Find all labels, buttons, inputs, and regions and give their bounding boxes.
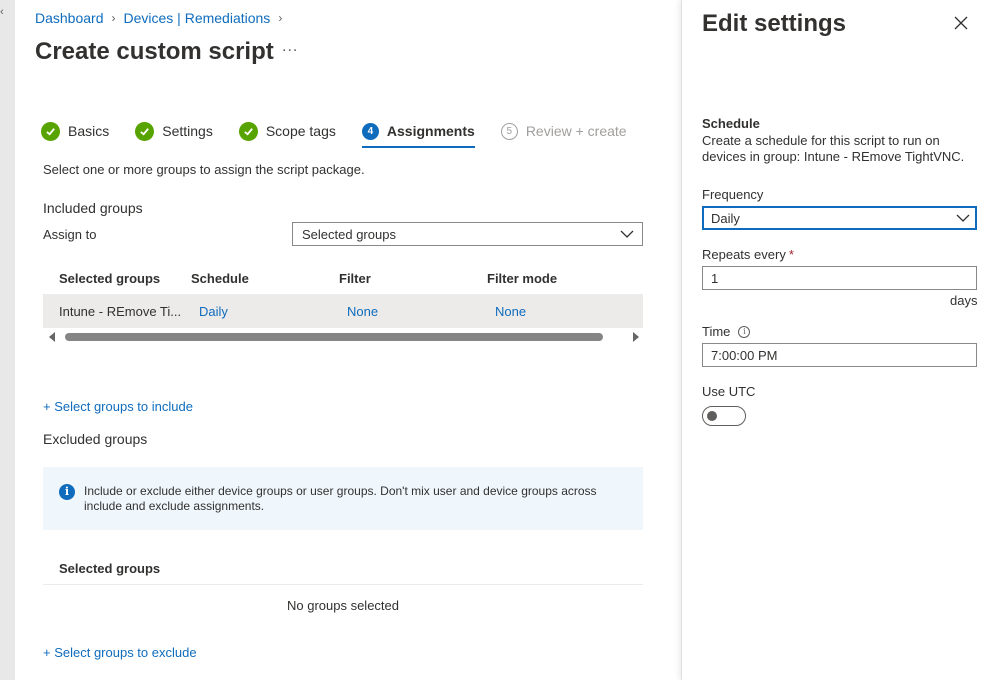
repeats-unit: days [950,293,978,308]
frequency-value: Daily [711,210,740,226]
chevron-right-icon: › [278,11,283,25]
step-label: Settings [162,123,213,139]
repeats-every-label: Repeats every * [702,247,794,262]
info-message: i Include or exclude either device group… [43,467,643,530]
included-groups-table: Selected groups Schedule Filter Filter m… [43,262,643,328]
checkmark-icon [238,121,258,141]
step-scope-tags[interactable]: Scope tags [238,118,336,144]
time-label: Time i [702,324,751,339]
step-review-create[interactable]: 5 Review + create [500,118,627,144]
use-utc-label: Use UTC [702,384,756,399]
assignments-description: Select one or more groups to assign the … [43,162,365,177]
table-row[interactable]: Intune - REmove Ti... Daily None None [43,295,643,328]
step-label: Basics [68,123,110,139]
filter-link[interactable]: None [339,304,487,319]
schedule-description: Create a schedule for this script to run… [702,133,965,164]
left-rail: ‹ [0,0,15,680]
excluded-table-header: Selected groups [43,552,643,585]
schedule-title: Schedule [702,116,760,131]
repeats-label-text: Repeats every [702,247,786,262]
assign-to-value: Selected groups [302,226,396,242]
step-label: Scope tags [265,123,336,139]
repeats-every-input[interactable]: 1 [702,266,977,290]
checkmark-icon [135,121,155,141]
assign-to-select[interactable]: Selected groups [292,222,643,246]
collapse-icon[interactable]: ‹ [0,6,4,18]
chevron-right-icon: › [111,11,116,25]
column-header[interactable]: Selected groups [59,561,160,576]
excluded-groups-title: Excluded groups [43,431,148,447]
filter-mode-link[interactable]: None [487,304,635,319]
select-groups-include-link[interactable]: + Select groups to include [43,399,193,414]
horizontal-scrollbar[interactable] [49,330,639,344]
info-text: Include or exclude either device groups … [84,483,597,513]
time-input[interactable]: 7:00:00 PM [702,343,977,367]
step-number: 5 [500,122,518,140]
group-name-cell: Intune - REmove Ti... [59,304,182,319]
breadcrumb-remediations[interactable]: Devices | Remediations [124,10,271,26]
step-settings[interactable]: Settings [135,118,213,144]
chevron-down-icon [620,228,634,243]
edit-settings-panel: Edit settings Schedule Create a schedule… [681,0,999,680]
wizard-steps: Basics Settings Scope tags 4 Assignments… [41,118,653,148]
step-label: Assignments [386,123,475,139]
column-header[interactable]: Selected groups [43,271,191,286]
time-label-text: Time [702,324,731,339]
step-number: 4 [361,122,379,140]
no-groups-message: No groups selected [286,598,399,613]
schedule-link[interactable]: Daily [191,304,339,319]
frequency-select[interactable]: Daily [702,206,977,230]
breadcrumb-dashboard[interactable]: Dashboard [35,10,104,26]
checkmark-icon [41,121,60,141]
panel-title: Edit settings [702,10,847,37]
assign-to-label: Assign to [43,227,97,242]
breadcrumb: Dashboard › Devices | Remediations › [35,10,290,26]
info-icon: i [59,483,75,500]
use-utc-toggle[interactable] [702,406,746,426]
main-content: Dashboard › Devices | Remediations › Cre… [15,0,681,680]
column-header[interactable]: Filter mode [487,271,635,286]
column-header[interactable]: Filter [339,271,487,286]
scroll-left-icon[interactable] [49,332,55,342]
column-header[interactable]: Schedule [191,271,339,286]
table-header: Selected groups Schedule Filter Filter m… [43,262,643,295]
step-basics[interactable]: Basics [41,118,109,144]
chevron-down-icon [956,212,970,227]
info-icon[interactable]: i [738,325,751,338]
step-assignments[interactable]: 4 Assignments [361,118,475,148]
step-label: Review + create [525,123,627,139]
scrollbar-thumb[interactable] [65,333,603,341]
toggle-knob [707,411,717,421]
select-groups-exclude-link[interactable]: + Select groups to exclude [43,645,197,660]
required-mark: * [788,247,794,262]
included-groups-title: Included groups [43,200,143,216]
close-icon[interactable] [952,14,970,32]
page-title: Create custom script [35,38,274,65]
scroll-right-icon[interactable] [633,332,639,342]
frequency-label: Frequency [702,187,764,202]
more-options-icon[interactable]: ... [282,38,298,56]
